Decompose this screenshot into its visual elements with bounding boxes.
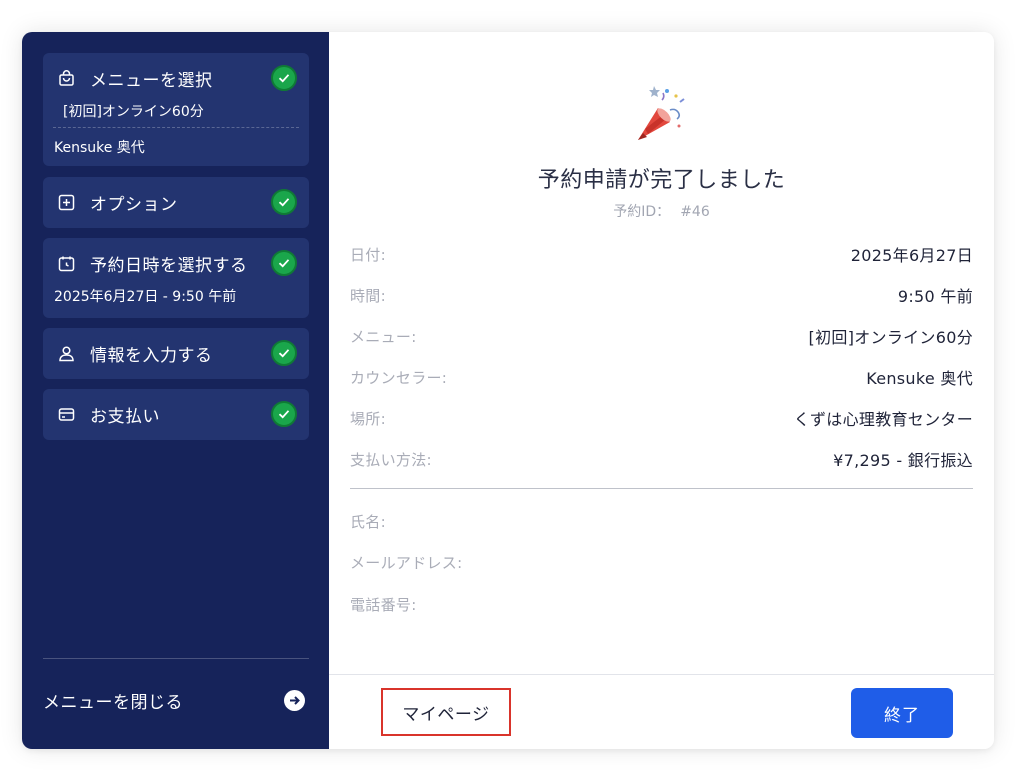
end-button[interactable]: 終了 [851, 688, 953, 738]
detail-label: 時間: [350, 286, 386, 305]
check-circle-icon [271, 401, 297, 427]
check-circle-icon [271, 250, 297, 276]
mypage-button[interactable]: マイページ [381, 688, 511, 736]
check-circle-icon [271, 340, 297, 366]
detail-row-time: 時間: 9:50 午前 [350, 283, 973, 307]
booking-window: メニューを選択 [初回]オンライン60分 Kensuke 奥代 オプション 予約… [22, 32, 994, 749]
check-circle-icon [271, 65, 297, 91]
arrow-right-circle-icon [284, 689, 305, 711]
step-label: 情報を入力する [90, 345, 213, 366]
step-options[interactable]: オプション [43, 177, 309, 228]
step-payment[interactable]: お支払い [43, 389, 309, 440]
detail-label: メールアドレス: [350, 553, 463, 572]
reservation-id-value: #46 [680, 204, 710, 220]
detail-value: ¥7,295 - 銀行振込 [833, 451, 973, 470]
detail-row-date: 日付: 2025年6月27日 [350, 242, 973, 266]
detail-value: くずは心理教育センター [793, 410, 973, 429]
counselor-summary: Kensuke 奥代 [54, 140, 145, 156]
detail-value: [初回]オンライン60分 [808, 328, 973, 347]
detail-row-payment: 支払い方法: ¥7,295 - 銀行振込 [350, 447, 973, 471]
check-circle-icon [271, 189, 297, 215]
step-info[interactable]: 情報を入力する [43, 328, 309, 379]
detail-row-location: 場所: くずは心理教育センター [350, 406, 973, 430]
step-datetime[interactable]: 予約日時を選択する 2025年6月27日 - 9:50 午前 [43, 238, 309, 318]
close-menu-label: メニューを閉じる [43, 692, 183, 713]
party-popper-icon [632, 82, 690, 148]
footer-divider [329, 674, 994, 675]
step-label: メニューを選択 [90, 70, 213, 91]
detail-row-menu: メニュー: [初回]オンライン60分 [350, 324, 973, 348]
step-summary: [初回]オンライン60分 [63, 104, 204, 120]
details-divider [350, 488, 973, 489]
detail-label: 支払い方法: [350, 450, 432, 469]
detail-value: 2025年6月27日 [850, 246, 973, 265]
detail-value: Kensuke 奥代 [866, 369, 973, 388]
detail-label: メニュー: [350, 327, 417, 346]
detail-label: 氏名: [350, 512, 386, 531]
reservation-id-label: 予約ID： [613, 204, 671, 220]
confirmation-panel: 予約申請が完了しました 予約ID： #46 日付: 2025年6月27日 時間: … [329, 32, 994, 749]
detail-value: 9:50 午前 [897, 287, 973, 306]
detail-label: 電話番号: [350, 595, 417, 614]
sidebar-divider [43, 658, 309, 659]
detail-label: 場所: [350, 409, 386, 428]
calendar-clock-icon [57, 254, 75, 272]
step-label: 予約日時を選択する [90, 255, 248, 276]
user-icon [57, 344, 75, 362]
completion-title: 予約申請が完了しました [537, 168, 786, 193]
detail-row-email: メールアドレス: [350, 550, 973, 574]
detail-row-phone: 電話番号: [350, 592, 973, 616]
step-label: お支払い [90, 406, 160, 427]
step-label: オプション [90, 194, 178, 215]
sidebar: メニューを選択 [初回]オンライン60分 Kensuke 奥代 オプション 予約… [22, 32, 329, 749]
step-menu-select[interactable]: メニューを選択 [初回]オンライン60分 Kensuke 奥代 [43, 53, 309, 166]
detail-label: 日付: [350, 245, 386, 264]
detail-row-name: 氏名: [350, 509, 973, 533]
card-divider [53, 127, 299, 128]
detail-label: カウンセラー: [350, 368, 448, 387]
detail-row-counselor: カウンセラー: Kensuke 奥代 [350, 365, 973, 389]
plus-square-icon [57, 193, 75, 211]
shopping-bag-icon [57, 69, 75, 87]
reservation-id: 予約ID： #46 [329, 201, 994, 221]
datetime-summary: 2025年6月27日 - 9:50 午前 [54, 289, 237, 305]
credit-card-icon [57, 405, 75, 423]
close-menu-button[interactable]: メニューを閉じる [43, 685, 309, 715]
